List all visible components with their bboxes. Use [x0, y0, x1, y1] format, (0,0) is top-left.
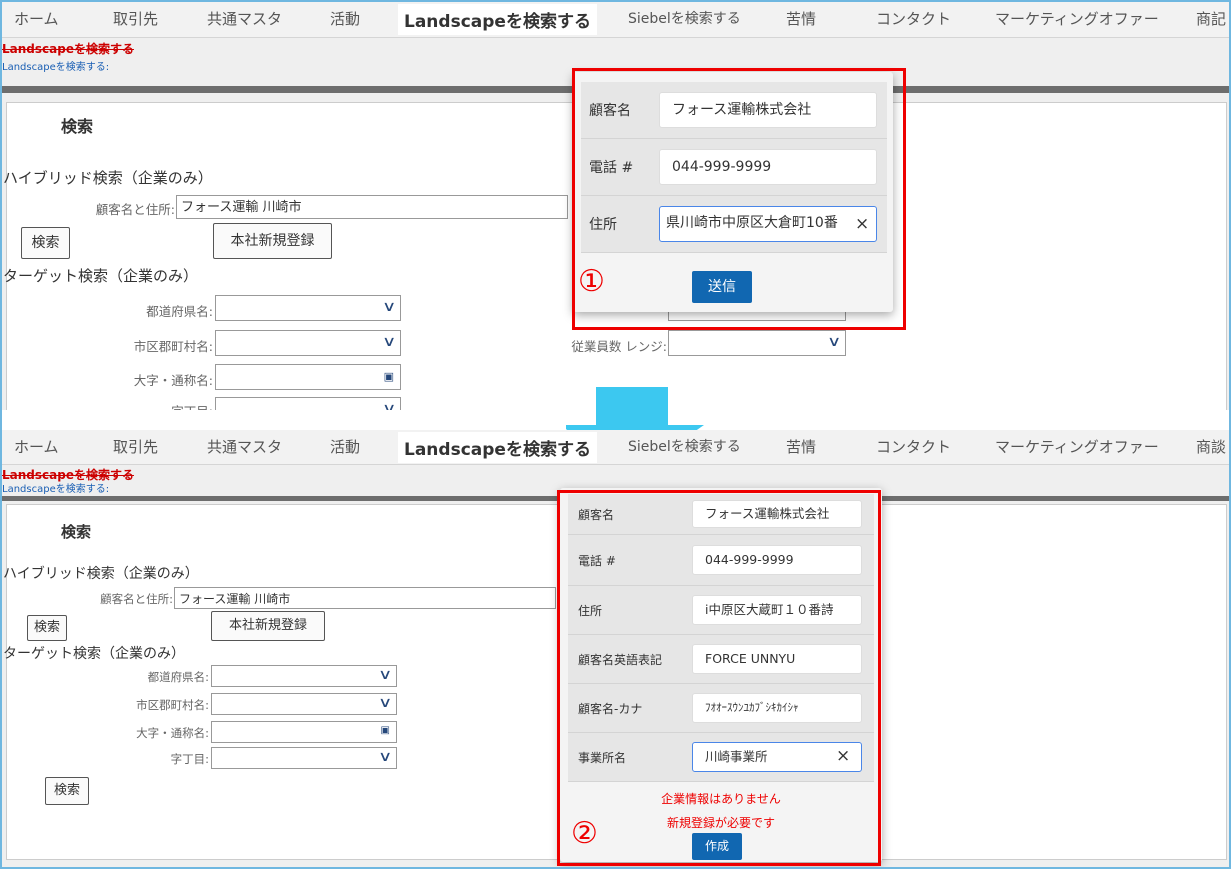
screenshot-border [0, 0, 1231, 869]
